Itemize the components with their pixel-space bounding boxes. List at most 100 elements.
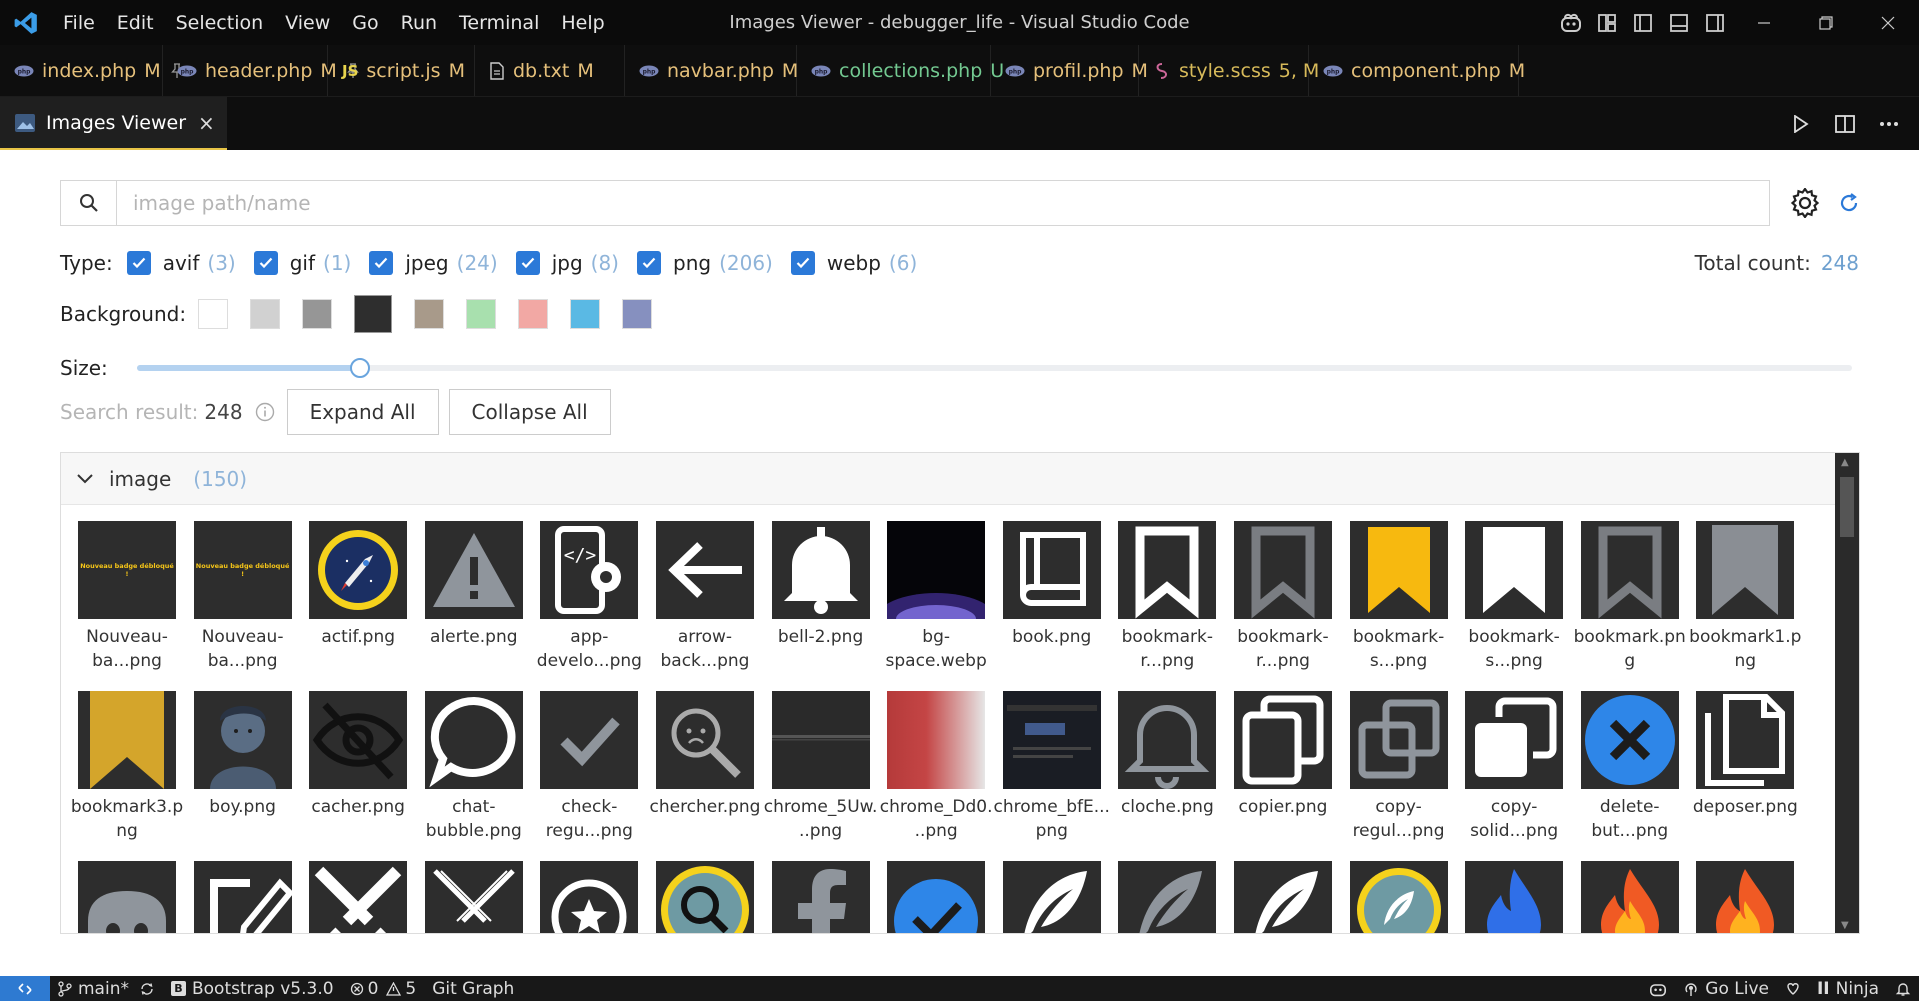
image-card[interactable] xyxy=(1118,861,1217,933)
image-thumbnail[interactable] xyxy=(540,861,639,933)
tab-index-php[interactable]: php index.php M xyxy=(0,45,183,96)
image-card[interactable]: boy.png xyxy=(193,691,292,849)
type-filter-png[interactable]: png (206) xyxy=(637,251,773,275)
image-card[interactable]: cacher.png xyxy=(309,691,408,849)
image-thumbnail[interactable] xyxy=(1696,691,1795,789)
image-thumbnail[interactable] xyxy=(1118,861,1217,933)
scroll-thumb[interactable] xyxy=(1840,477,1854,537)
menu-terminal[interactable]: Terminal xyxy=(448,0,550,45)
copilot-icon[interactable] xyxy=(1553,0,1589,45)
more-actions-icon[interactable] xyxy=(1869,97,1909,150)
size-slider-thumb[interactable] xyxy=(349,358,370,378)
image-thumbnail[interactable]: Nouveau badge débloqué ! xyxy=(193,521,292,619)
image-thumbnail[interactable] xyxy=(78,861,176,933)
copilot-status-icon[interactable] xyxy=(1641,976,1675,1001)
settings-gear-icon[interactable] xyxy=(1788,186,1822,220)
split-editor-icon[interactable] xyxy=(1825,97,1865,150)
tab-collections-php[interactable]: php collections.php U xyxy=(797,45,1004,96)
menu-selection[interactable]: Selection xyxy=(165,0,275,45)
image-card[interactable]: cloche.png xyxy=(1118,691,1217,849)
image-card[interactable]: bookmark-s...png xyxy=(1465,521,1564,679)
restore-icon[interactable] xyxy=(1795,0,1857,45)
toggle-secondary-sidebar-icon[interactable] xyxy=(1697,0,1733,45)
menu-help[interactable]: Help xyxy=(550,0,615,45)
menu-view[interactable]: View xyxy=(274,0,341,45)
image-thumbnail[interactable]: </> xyxy=(540,521,639,619)
image-card[interactable]: chrome_Dd0...png xyxy=(880,691,993,849)
tab-navbar-php[interactable]: php navbar.php M xyxy=(625,45,798,96)
image-card[interactable]: chercher.png xyxy=(649,691,760,849)
image-card[interactable] xyxy=(78,861,176,933)
image-thumbnail[interactable] xyxy=(1349,521,1448,619)
image-card[interactable] xyxy=(887,861,986,933)
image-card[interactable]: copy-regul...png xyxy=(1349,691,1448,849)
checkbox[interactable] xyxy=(515,251,540,275)
image-thumbnail[interactable] xyxy=(424,691,523,789)
image-card[interactable]: alerte.png xyxy=(424,521,523,679)
background-swatch[interactable] xyxy=(518,299,549,329)
image-card[interactable] xyxy=(655,861,754,933)
scroll-up-icon[interactable]: ▲ xyxy=(1841,457,1849,468)
go-live-status[interactable]: Go Live xyxy=(1675,976,1777,1001)
image-thumbnail[interactable] xyxy=(1696,861,1795,933)
image-thumbnail[interactable] xyxy=(1233,521,1332,619)
image-card[interactable] xyxy=(1580,861,1679,933)
image-thumbnail[interactable] xyxy=(887,861,986,933)
image-thumbnail[interactable] xyxy=(309,691,408,789)
menu-file[interactable]: File xyxy=(52,0,106,45)
close-tab-icon[interactable]: × xyxy=(198,111,215,135)
image-card[interactable]: bookmark-r...png xyxy=(1233,521,1332,679)
close-window-icon[interactable] xyxy=(1857,0,1919,45)
expand-all-button[interactable]: Expand All xyxy=(286,389,439,435)
image-thumbnail[interactable] xyxy=(1002,521,1101,619)
image-card[interactable] xyxy=(1696,861,1795,933)
image-card[interactable]: book.png xyxy=(1002,521,1101,679)
image-thumbnail[interactable] xyxy=(1118,691,1217,789)
image-thumbnail[interactable] xyxy=(1349,691,1448,789)
image-thumbnail[interactable] xyxy=(1465,521,1564,619)
image-thumbnail[interactable] xyxy=(1118,521,1217,619)
image-card[interactable]: bell-2.png xyxy=(771,521,870,679)
menu-edit[interactable]: Edit xyxy=(106,0,165,45)
image-thumbnail[interactable] xyxy=(1580,521,1679,619)
image-card[interactable] xyxy=(1465,861,1564,933)
checkbox[interactable] xyxy=(126,251,151,275)
image-card[interactable]: bg-space.webp xyxy=(886,521,987,679)
image-card[interactable]: check-regu...png xyxy=(540,691,639,849)
type-filter-avif[interactable]: avif (3) xyxy=(126,251,236,275)
image-thumbnail[interactable] xyxy=(655,521,754,619)
vscode-logo-icon[interactable] xyxy=(0,0,52,45)
image-thumbnail[interactable] xyxy=(771,691,870,789)
image-card[interactable]: chrome_5Uw...png xyxy=(764,691,877,849)
image-card[interactable] xyxy=(193,861,292,933)
image-thumbnail[interactable] xyxy=(193,861,292,933)
image-thumbnail[interactable] xyxy=(771,861,870,933)
image-card[interactable]: actif.png xyxy=(309,521,408,679)
image-card[interactable]: bookmark-s...png xyxy=(1349,521,1448,679)
run-icon[interactable] xyxy=(1781,97,1821,150)
image-thumbnail[interactable]: Nouveau badge débloqué ! xyxy=(78,521,176,619)
type-filter-jpeg[interactable]: jpeg (24) xyxy=(369,251,498,275)
menu-run[interactable]: Run xyxy=(390,0,448,45)
image-thumbnail[interactable] xyxy=(1696,521,1795,619)
customize-layout-icon[interactable] xyxy=(1589,0,1625,45)
image-thumbnail[interactable] xyxy=(424,521,523,619)
image-thumbnail[interactable] xyxy=(540,691,639,789)
image-card[interactable] xyxy=(771,861,870,933)
checkbox[interactable] xyxy=(790,251,815,275)
git-graph-status[interactable]: Git Graph xyxy=(424,976,522,1001)
collapse-all-button[interactable]: Collapse All xyxy=(448,389,611,435)
tab-component-php[interactable]: php component.php M xyxy=(1309,45,1525,96)
image-thumbnail[interactable] xyxy=(887,691,986,789)
group-header[interactable]: image (150) xyxy=(61,453,1836,505)
image-thumbnail[interactable] xyxy=(1465,861,1564,933)
image-card[interactable]: delete-but...png xyxy=(1580,691,1679,849)
toggle-panel-icon[interactable] xyxy=(1661,0,1697,45)
image-card[interactable]: bookmark3.png xyxy=(71,691,183,849)
image-thumbnail[interactable] xyxy=(78,691,176,789)
image-card[interactable]: deposer.png xyxy=(1693,691,1798,849)
image-card[interactable] xyxy=(1002,861,1101,933)
image-thumbnail[interactable] xyxy=(1233,691,1332,789)
image-thumbnail[interactable] xyxy=(1465,691,1564,789)
image-thumbnail[interactable] xyxy=(309,861,408,933)
